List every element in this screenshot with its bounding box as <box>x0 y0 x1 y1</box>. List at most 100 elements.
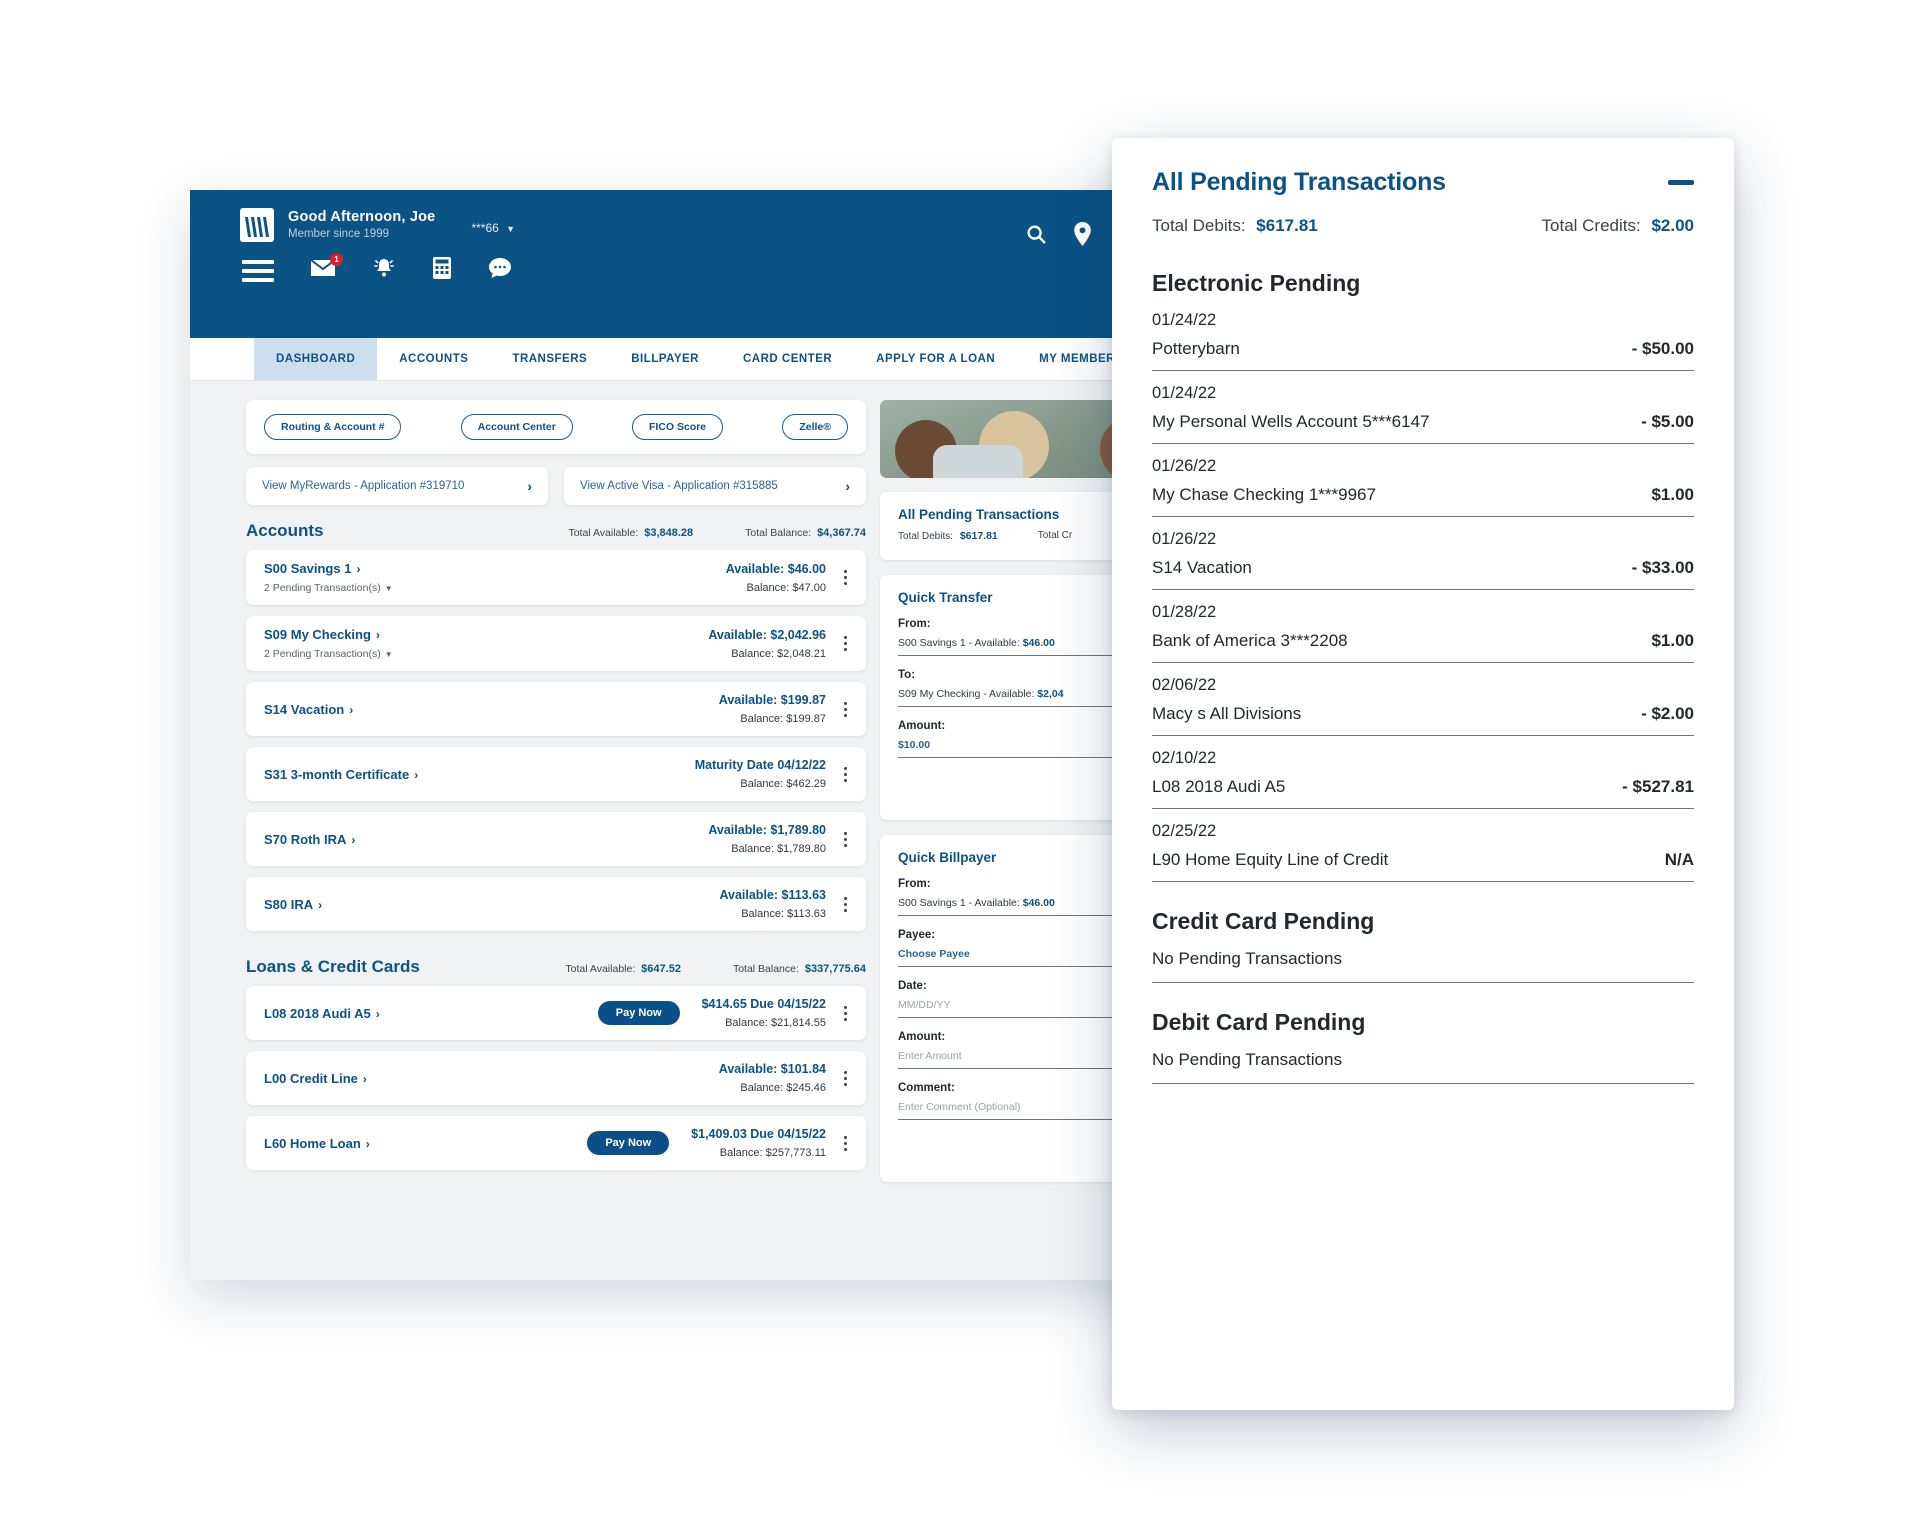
account-name-link[interactable]: S14 Vacation › <box>264 702 719 717</box>
table-row[interactable]: S00 Savings 1 › 2 Pending Transaction(s) ▼… <box>246 550 866 605</box>
accounts-total-available: Total Available: $3,848.28 <box>568 527 693 539</box>
location-pin-icon[interactable] <box>1073 222 1092 251</box>
account-info: S14 Vacation › <box>264 702 719 717</box>
account-amounts: Available: $113.63 Balance: $113.63 <box>719 888 826 920</box>
search-icon[interactable] <box>1025 223 1047 250</box>
chevron-right-icon: › <box>527 478 532 494</box>
account-name-link[interactable]: S70 Roth IRA › <box>264 832 708 847</box>
table-row[interactable]: S80 IRA › Available: $113.63 Balance: $11… <box>246 877 866 931</box>
loan-due: $414.65 Due 04/15/22 <box>701 997 826 1011</box>
chevron-right-icon: › <box>349 702 354 717</box>
transaction-date: 01/26/22 <box>1152 457 1217 475</box>
row-menu-icon[interactable] <box>838 636 852 651</box>
loan-amounts: $414.65 Due 04/15/22 Balance: $21,814.55 <box>702 997 826 1029</box>
empty-state: No Pending Transactions <box>1152 1050 1694 1084</box>
notification-bell-icon[interactable] <box>372 256 396 285</box>
list-item: 01/24/22 Potterybarn - $50.00 <box>1152 311 1694 371</box>
loan-balance: Balance: $257,773.11 <box>719 1147 826 1159</box>
transaction-date: 01/24/22 <box>1152 384 1217 402</box>
table-row[interactable]: S14 Vacation › Available: $199.87 Balance… <box>246 682 866 736</box>
account-info: S80 IRA › <box>264 897 719 912</box>
account-name-label: S00 Savings 1 <box>264 561 352 576</box>
transaction-amount: N/A <box>1664 850 1694 869</box>
tab-apply-for-a-loan[interactable]: APPLY FOR A LOAN <box>854 338 1017 380</box>
chevron-right-icon: › <box>375 628 380 642</box>
tab-dashboard[interactable]: DASHBOARD <box>254 338 378 380</box>
tab-transfers[interactable]: TRANSFERS <box>490 338 609 380</box>
account-selector[interactable]: ***66 ▼ <box>471 221 515 235</box>
section-heading: Debit Card Pending <box>1152 1009 1366 1035</box>
tab-billpayer[interactable]: BILLPAYER <box>609 338 721 380</box>
transaction-line: Potterybarn - $50.00 <box>1152 339 1694 359</box>
account-name-label: S31 3-month Certificate <box>264 766 410 782</box>
row-menu-icon[interactable] <box>838 1135 852 1151</box>
mail-icon[interactable]: 1 <box>310 253 343 283</box>
all-pending-transactions-panel: All Pending Transactions Total Debits: $… <box>1112 138 1734 1410</box>
chip-routing-account[interactable]: Routing & Account # <box>264 414 402 440</box>
transaction-description: Potterybarn <box>1152 339 1240 358</box>
transaction-date: 01/24/22 <box>1152 311 1217 329</box>
pending-transactions-toggle[interactable]: 2 Pending Transaction(s) ▼ <box>264 582 726 594</box>
row-menu-icon[interactable] <box>838 831 852 847</box>
account-name-link[interactable]: S31 3-month Certificate › <box>264 767 695 782</box>
tab-accounts[interactable]: ACCOUNTS <box>377 338 490 380</box>
pending-card-credits-label: Total Cr <box>1037 530 1073 541</box>
row-menu-icon[interactable] <box>838 896 852 912</box>
account-selector-label: ***66 <box>471 221 499 235</box>
chevron-right-icon: › <box>351 832 356 847</box>
loan-name-link[interactable]: L60 Home Loan › <box>264 1136 587 1151</box>
loan-info: L08 2018 Audi A5 › <box>264 1006 598 1021</box>
account-name-label: S09 My Checking <box>264 627 371 642</box>
row-menu-icon[interactable] <box>838 701 852 717</box>
row-menu-icon[interactable] <box>838 766 852 782</box>
panel-header: All Pending Transactions <box>1152 168 1694 197</box>
chip-zelle[interactable]: Zelle® <box>782 414 848 440</box>
loan-info: L00 Credit Line › <box>264 1071 719 1086</box>
link-view-active-visa[interactable]: View Active Visa - Application #315885 › <box>564 467 866 505</box>
table-row[interactable]: L60 Home Loan › Pay Now $1,409.03 Due 04/… <box>246 1116 866 1170</box>
link-view-myrewards[interactable]: View MyRewards - Application #319710 › <box>246 467 548 505</box>
table-row[interactable]: L00 Credit Line › Available: $101.84 Bala… <box>246 1051 866 1105</box>
pay-now-button[interactable]: Pay Now <box>587 1131 670 1155</box>
minus-icon[interactable] <box>1668 180 1694 185</box>
loan-name-link[interactable]: L00 Credit Line › <box>264 1071 719 1086</box>
chevron-down-icon: ▼ <box>384 650 393 659</box>
account-info: S00 Savings 1 › 2 Pending Transaction(s) ▼ <box>264 561 726 594</box>
chat-bubble-icon[interactable] <box>488 257 512 284</box>
loans-total-balance-value: $337,775.64 <box>804 963 866 975</box>
tab-card-center[interactable]: CARD CENTER <box>721 338 854 380</box>
account-name-link[interactable]: S80 IRA › <box>264 897 719 912</box>
table-row[interactable]: L08 2018 Audi A5 › Pay Now $414.65 Due 04… <box>246 986 866 1040</box>
transaction-description: Macy s All Divisions <box>1152 704 1302 723</box>
pay-now-button[interactable]: Pay Now <box>597 1001 680 1025</box>
pending-transactions-toggle[interactable]: 2 Pending Transaction(s) ▼ <box>264 648 708 660</box>
loan-name-label: L08 2018 Audi A5 <box>264 1005 371 1021</box>
pending-card-debits-label: Total Debits: <box>898 531 954 542</box>
loan-amounts: Available: $101.84 Balance: $245.46 <box>719 1062 826 1094</box>
calculator-icon[interactable] <box>432 256 452 285</box>
transaction-date: 02/25/22 <box>1152 822 1217 840</box>
hamburger-menu-icon[interactable] <box>242 259 274 282</box>
account-name-link[interactable]: S09 My Checking › <box>264 627 708 642</box>
transaction-description: My Personal Wells Account 5***6147 <box>1152 412 1430 431</box>
transaction-line: Bank of America 3***2208 $1.00 <box>1152 631 1694 651</box>
chip-fico-score[interactable]: FICO Score <box>631 414 724 440</box>
table-row[interactable]: S31 3-month Certificate › Maturity Date 0… <box>246 747 866 801</box>
loans-total-available: Total Available: $647.52 <box>565 963 681 975</box>
row-menu-icon[interactable] <box>838 1070 852 1086</box>
table-row[interactable]: S09 My Checking › 2 Pending Transaction(s… <box>246 616 866 671</box>
row-menu-icon[interactable] <box>838 1005 852 1021</box>
from-value-text: S00 Savings 1 - Available: <box>898 637 1023 649</box>
loan-name-link[interactable]: L08 2018 Audi A5 › <box>264 1006 598 1021</box>
transaction-amount: - $2.00 <box>1641 704 1694 723</box>
table-row[interactable]: S70 Roth IRA › Available: $1,789.80 Balan… <box>246 812 866 866</box>
total-credits: Total Credits: $2.00 <box>1542 216 1694 236</box>
account-name-link[interactable]: S00 Savings 1 › <box>264 561 726 576</box>
total-debits: Total Debits: $617.81 <box>1152 216 1318 236</box>
chip-account-center[interactable]: Account Center <box>460 414 573 440</box>
account-amounts: Available: $199.87 Balance: $199.87 <box>719 693 826 725</box>
loans-total-balance: Total Balance: $337,775.64 <box>733 963 866 975</box>
transaction-amount: $1.00 <box>1651 631 1694 650</box>
row-menu-icon[interactable] <box>838 570 852 585</box>
account-info: S70 Roth IRA › <box>264 832 708 847</box>
